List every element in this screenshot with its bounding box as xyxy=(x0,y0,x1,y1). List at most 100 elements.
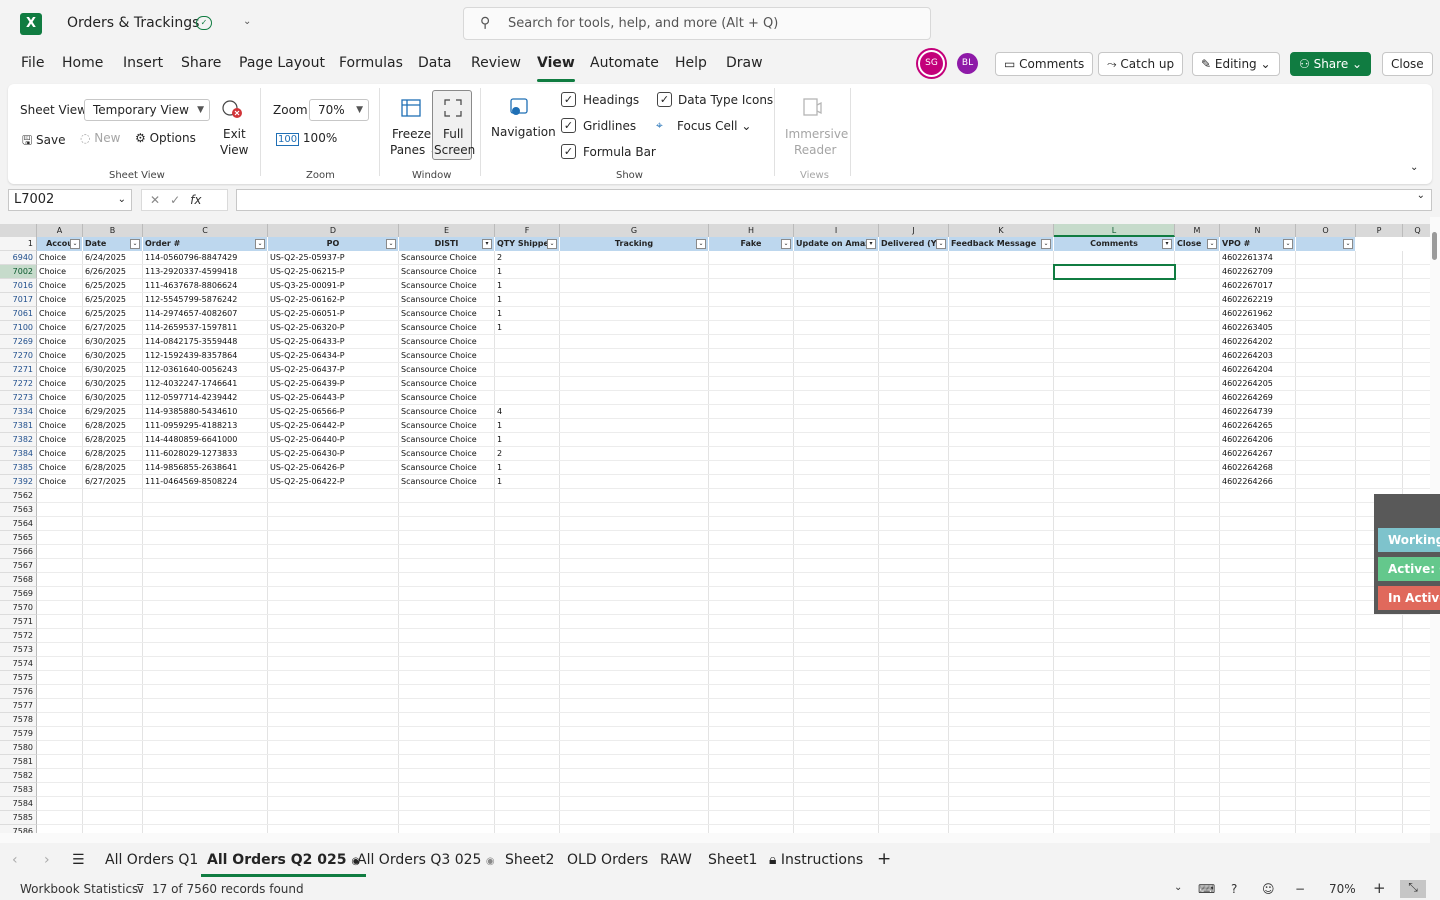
table-cell[interactable]: Scansource Choice xyxy=(399,447,495,461)
feedback-icon[interactable]: ☺ xyxy=(1262,882,1275,896)
table-cell[interactable]: Choice xyxy=(37,391,83,405)
tab-all-orders-q3[interactable]: All Orders Q3 025 ◉ xyxy=(357,852,495,868)
filter-applied-icon[interactable]: ▾ xyxy=(1162,239,1172,249)
help-icon[interactable]: ? xyxy=(1231,882,1237,896)
exit-view-label-2[interactable]: View xyxy=(220,143,248,157)
column-header-m[interactable]: M xyxy=(1175,224,1220,237)
filter-dropdown-icon[interactable]: ⌄ xyxy=(1207,239,1217,249)
excel-icon[interactable]: X xyxy=(20,13,42,35)
table-cell[interactable]: Scansource Choice xyxy=(399,391,495,405)
tab-sheet1[interactable]: Sheet1 xyxy=(708,852,757,868)
table-header-cell[interactable]: VPO # ⌄ xyxy=(1220,237,1296,251)
row-header[interactable]: 7583 xyxy=(0,783,37,797)
table-cell[interactable]: 111-0464569-8508224 xyxy=(143,475,268,489)
select-all-corner[interactable] xyxy=(0,224,37,237)
row-header[interactable]: 7572 xyxy=(0,629,37,643)
tab-all-orders-q1[interactable]: All Orders Q1 xyxy=(105,852,198,868)
table-cell[interactable]: US-Q2-25-06162-P xyxy=(268,293,399,307)
prev-sheet-icon[interactable]: ‹ xyxy=(12,852,18,868)
filter-dropdown-icon[interactable]: ⌄ xyxy=(781,239,791,249)
table-cell[interactable] xyxy=(495,335,560,349)
filter-dropdown-icon[interactable]: ⌄ xyxy=(696,239,706,249)
table-cell[interactable]: US-Q2-25-06437-P xyxy=(268,363,399,377)
table-cell[interactable]: 114-2659537-1597811 xyxy=(143,321,268,335)
table-header-cell[interactable]: Date ⌄ xyxy=(83,237,143,251)
column-header-c[interactable]: C xyxy=(143,224,268,237)
insert-function-icon[interactable]: fx xyxy=(190,193,201,207)
table-cell[interactable]: 2 xyxy=(495,251,560,265)
table-cell[interactable]: 6/27/2025 xyxy=(83,475,143,489)
column-header-d[interactable]: D xyxy=(268,224,399,237)
row-header[interactable]: 7271 xyxy=(0,363,37,377)
menu-view[interactable]: View xyxy=(537,55,575,82)
share-button[interactable]: ⚇ Share ⌄ xyxy=(1290,52,1372,76)
table-cell[interactable]: 6/30/2025 xyxy=(83,335,143,349)
table-cell[interactable]: US-Q3-25-00091-P xyxy=(268,279,399,293)
table-cell[interactable]: 112-0597714-4239442 xyxy=(143,391,268,405)
filter-dropdown-icon[interactable]: ⌄ xyxy=(936,239,946,249)
table-header-cell[interactable]: Delivered (Y ⌄ xyxy=(879,237,949,251)
table-header-cell[interactable]: Fake ⌄ xyxy=(709,237,794,251)
table-cell[interactable]: 114-9856855-2638641 xyxy=(143,461,268,475)
immersive-reader-label-2[interactable]: Reader xyxy=(794,143,836,157)
freeze-panes-label-1[interactable]: Freeze xyxy=(392,127,431,141)
row-header[interactable]: 7270 xyxy=(0,349,37,363)
table-cell[interactable]: 6/24/2025 xyxy=(83,251,143,265)
data-type-icons-label[interactable]: Data Type Icons xyxy=(678,93,773,107)
table-cell[interactable]: US-Q2-25-06430-P xyxy=(268,447,399,461)
enter-icon[interactable]: ✓ xyxy=(170,193,180,207)
table-cell[interactable]: Scansource Choice xyxy=(399,475,495,489)
table-cell[interactable]: US-Q2-25-06443-P xyxy=(268,391,399,405)
chevron-down-icon[interactable]: ⌄ xyxy=(1174,882,1182,893)
row-header[interactable]: 7577 xyxy=(0,699,37,713)
column-header-a[interactable]: A xyxy=(37,224,83,237)
table-cell[interactable]: 4602264266 xyxy=(1220,475,1296,489)
table-cell[interactable]: Choice xyxy=(37,475,83,489)
zoom-out-icon[interactable]: − xyxy=(1295,882,1305,896)
table-cell[interactable]: 114-4480859-6641000 xyxy=(143,433,268,447)
filter-dropdown-icon[interactable]: ⌄ xyxy=(1283,239,1293,249)
table-cell[interactable]: 112-5545799-5876242 xyxy=(143,293,268,307)
table-cell[interactable]: 6/30/2025 xyxy=(83,363,143,377)
add-sheet-icon[interactable]: + xyxy=(877,849,891,869)
row-header[interactable]: 7568 xyxy=(0,573,37,587)
next-sheet-icon[interactable]: › xyxy=(44,852,50,868)
row-header[interactable]: 7581 xyxy=(0,755,37,769)
row-header[interactable]: 7569 xyxy=(0,587,37,601)
table-cell[interactable]: US-Q2-25-06422-P xyxy=(268,475,399,489)
menu-automate[interactable]: Automate xyxy=(590,55,659,71)
table-cell[interactable]: 4602264203 xyxy=(1220,349,1296,363)
working-button[interactable]: Working xyxy=(1378,528,1440,552)
table-cell[interactable]: 4602264204 xyxy=(1220,363,1296,377)
table-cell[interactable]: 1 xyxy=(495,265,560,279)
table-header-cell[interactable]: Order # ⌄ xyxy=(143,237,268,251)
row-header[interactable]: 7580 xyxy=(0,741,37,755)
row-header[interactable]: 7584 xyxy=(0,797,37,811)
row-header[interactable]: 7571 xyxy=(0,615,37,629)
catch-up-button[interactable]: ⤳ Catch up xyxy=(1098,52,1184,76)
table-cell[interactable]: Choice xyxy=(37,405,83,419)
row-header[interactable]: 7579 xyxy=(0,727,37,741)
menu-formulas[interactable]: Formulas xyxy=(339,55,403,71)
table-cell[interactable]: 1 xyxy=(495,419,560,433)
table-cell[interactable]: 1 xyxy=(495,433,560,447)
avatar-bl[interactable]: BL xyxy=(957,53,978,74)
table-cell[interactable]: US-Q2-25-05937-P xyxy=(268,251,399,265)
formula-bar-label[interactable]: Formula Bar xyxy=(583,145,656,159)
table-cell[interactable]: 6/25/2025 xyxy=(83,307,143,321)
table-cell[interactable]: Scansource Choice xyxy=(399,335,495,349)
row-header[interactable]: 7575 xyxy=(0,671,37,685)
table-cell[interactable]: US-Q2-25-06426-P xyxy=(268,461,399,475)
filter-applied-icon[interactable]: ▾ xyxy=(866,239,876,249)
row-header[interactable]: 7574 xyxy=(0,657,37,671)
table-cell[interactable]: 6/30/2025 xyxy=(83,349,143,363)
tab-sheet2[interactable]: Sheet2 xyxy=(505,852,554,868)
row-header[interactable]: 7564 xyxy=(0,517,37,531)
row-header[interactable]: 7061 xyxy=(0,307,37,321)
table-cell[interactable]: 6/28/2025 xyxy=(83,447,143,461)
table-cell[interactable]: 6/26/2025 xyxy=(83,265,143,279)
row-header[interactable]: 7586 xyxy=(0,825,37,833)
focus-cell-button[interactable]: Focus Cell ⌄ xyxy=(677,119,751,133)
table-cell[interactable]: 4602264206 xyxy=(1220,433,1296,447)
table-cell[interactable]: 6/27/2025 xyxy=(83,321,143,335)
